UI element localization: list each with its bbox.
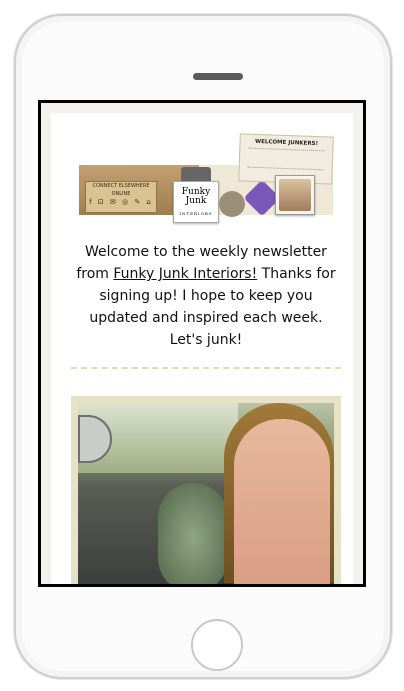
social-sign-text: CONNECT ELSEWHERE ONLINE: [92, 183, 150, 197]
social-icons[interactable]: f ⊡ ✉ ◎ ✎ ⌂: [86, 198, 156, 206]
funky-junk-link[interactable]: Funky Junk Interiors!: [113, 266, 257, 282]
gear-image: [219, 191, 245, 217]
hero-photo-frame: [71, 396, 341, 584]
face: [234, 419, 330, 584]
note-lines: [247, 147, 325, 171]
newsletter-email: CONNECT ELSEWHERE ONLINE f ⊡ ✉ ◎ ✎ ⌂ Fun…: [51, 113, 353, 584]
header-banner: CONNECT ELSEWHERE ONLINE f ⊡ ✉ ◎ ✎ ⌂ Fun…: [79, 133, 334, 223]
hero-selfie-image: [78, 403, 334, 584]
welcome-note-title: WELCOME JUNKERS!: [254, 138, 319, 148]
social-links-sign[interactable]: CONNECT ELSEWHERE ONLINE f ⊡ ✉ ◎ ✎ ⌂: [85, 181, 157, 213]
plant-bundle: [158, 483, 228, 584]
logo-subtitle: INTERIORS: [179, 211, 213, 216]
funky-junk-logo[interactable]: Funky Junk INTERIORS: [173, 181, 219, 223]
logo-line2: Junk: [185, 196, 207, 206]
intro-paragraph: Welcome to the weekly newsletter from Fu…: [71, 241, 341, 351]
author-photo-image: [279, 179, 311, 211]
email-viewport[interactable]: CONNECT ELSEWHERE ONLINE f ⊡ ✉ ◎ ✎ ⌂ Fun…: [38, 100, 366, 587]
author-photo: [275, 175, 315, 215]
home-button[interactable]: [191, 619, 243, 671]
dashed-divider: [71, 367, 341, 369]
speaker-icon: [193, 73, 243, 80]
